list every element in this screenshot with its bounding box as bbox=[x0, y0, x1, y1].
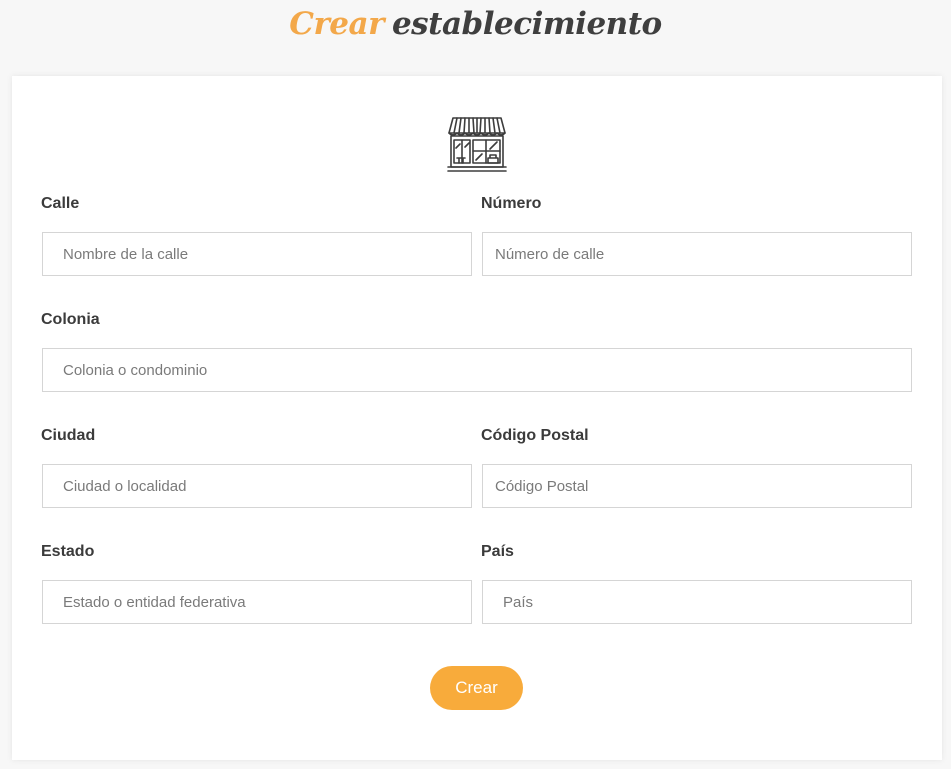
page-title-accent: Crear bbox=[289, 6, 384, 42]
create-button[interactable]: Crear bbox=[430, 666, 523, 710]
estado-input[interactable] bbox=[42, 580, 472, 624]
ciudad-label: Ciudad bbox=[41, 427, 96, 444]
store-icon bbox=[447, 117, 507, 172]
colonia-input[interactable] bbox=[42, 348, 912, 392]
calle-input[interactable] bbox=[42, 232, 472, 276]
colonia-label: Colonia bbox=[41, 311, 100, 328]
numero-label: Número bbox=[481, 195, 542, 212]
pais-label: País bbox=[481, 543, 514, 560]
page-title-main: establecimiento bbox=[391, 6, 662, 42]
numero-input[interactable] bbox=[482, 232, 912, 276]
estado-label: Estado bbox=[41, 543, 95, 560]
calle-label: Calle bbox=[41, 195, 80, 212]
create-establishment-form: Calle Número Colonia Ciudad Código Posta… bbox=[12, 76, 942, 760]
codigo-postal-input[interactable] bbox=[482, 464, 912, 508]
pais-input[interactable] bbox=[482, 580, 912, 624]
ciudad-input[interactable] bbox=[42, 464, 472, 508]
page: Crearestablecimiento Calle Número Co bbox=[0, 0, 951, 769]
page-title: Crear establecimiento bbox=[0, 2, 951, 46]
codigo-postal-label: Código Postal bbox=[481, 427, 589, 444]
